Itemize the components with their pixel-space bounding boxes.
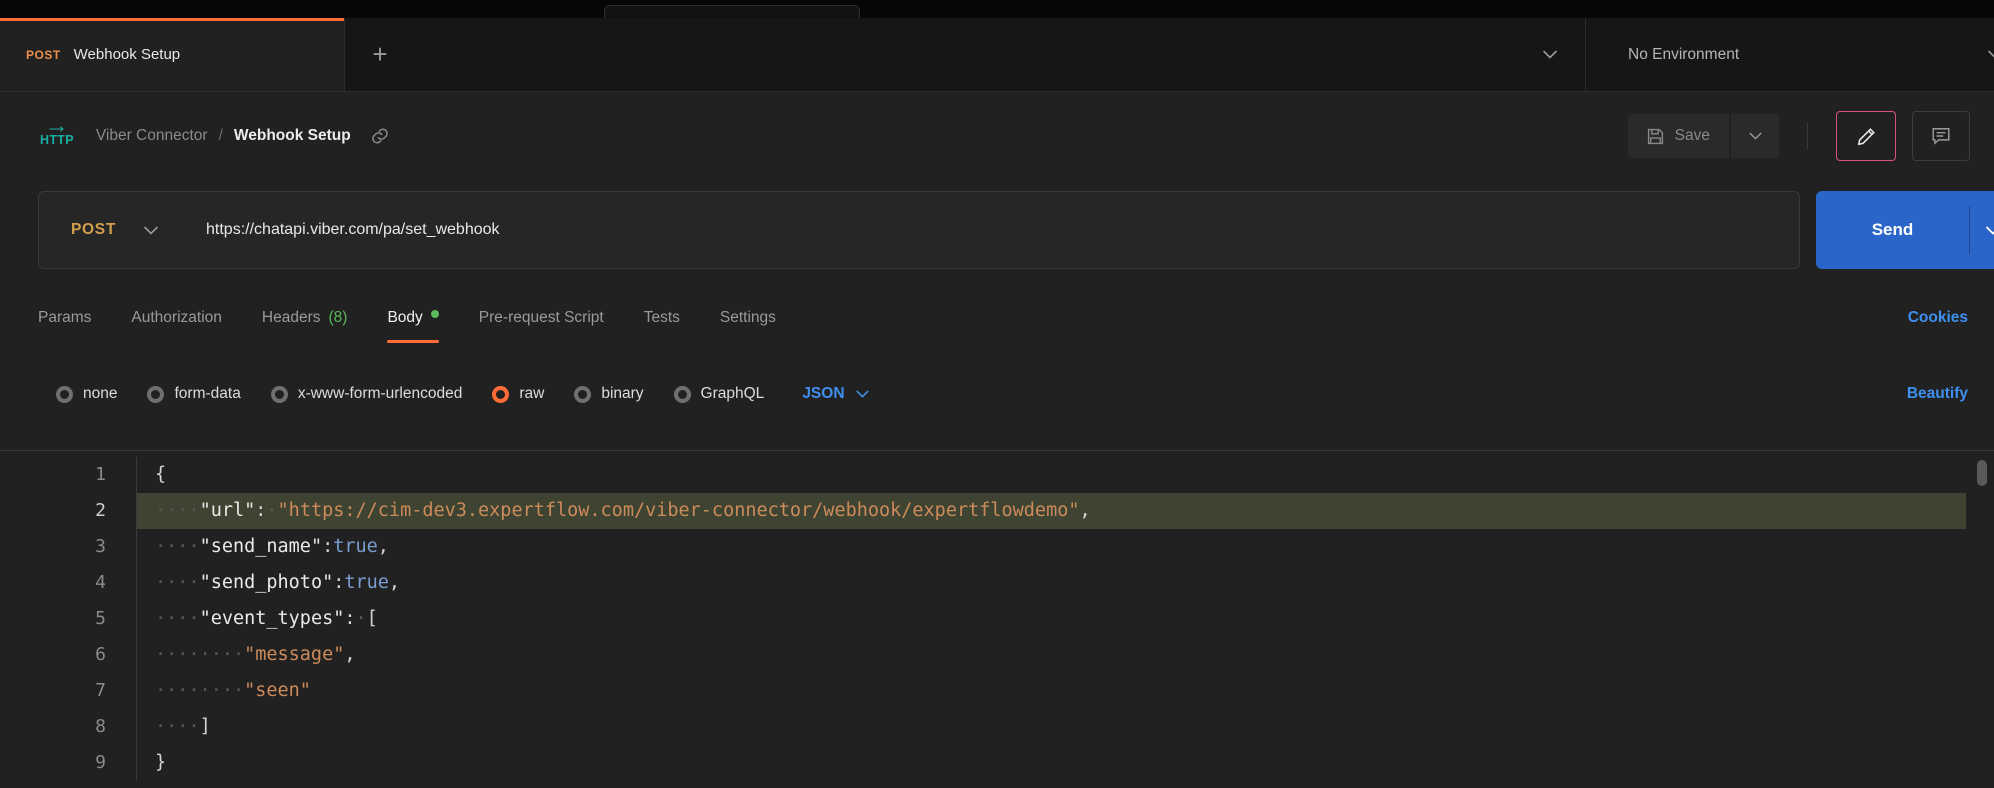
line-number: 9 <box>0 745 136 781</box>
code-line[interactable]: 6········"message", <box>0 637 1994 673</box>
method-selector[interactable]: POST <box>39 221 190 239</box>
tabbar-spacer <box>415 18 1515 91</box>
chevron-down-icon <box>856 390 869 398</box>
chevron-down-icon <box>1988 50 1994 59</box>
body-type-graphql[interactable]: GraphQL <box>674 385 765 403</box>
plus-icon: + <box>372 39 387 70</box>
line-number: 7 <box>0 673 136 709</box>
code-line-content[interactable]: ····"send_photo":true, <box>136 565 1966 601</box>
radio-selected-icon <box>492 386 509 403</box>
request-url-row: POST https://chatapi.viber.com/pa/set_we… <box>0 180 1994 280</box>
url-input[interactable]: https://chatapi.viber.com/pa/set_webhook <box>206 221 500 239</box>
breadcrumb-actions: Save <box>1628 111 1970 161</box>
code-line[interactable]: 3····"send_name":true, <box>0 529 1994 565</box>
body-type-binary[interactable]: binary <box>574 385 643 403</box>
chevron-down-icon <box>144 226 158 235</box>
code-line-content[interactable]: ····"event_types":·[ <box>136 601 1966 637</box>
radio-icon <box>147 386 164 403</box>
code-line[interactable]: 4····"send_photo":true, <box>0 565 1994 601</box>
global-search-bar-partial[interactable] <box>604 5 860 18</box>
body-modified-dot <box>431 310 439 318</box>
method-label: POST <box>71 221 116 239</box>
environment-selector[interactable]: No Environment <box>1586 18 1994 91</box>
cookies-link[interactable]: Cookies <box>1908 309 1968 327</box>
radio-icon <box>56 386 73 403</box>
breadcrumb-collection[interactable]: Viber Connector <box>96 127 208 145</box>
line-number: 5 <box>0 601 136 637</box>
code-line[interactable]: 9} <box>0 745 1994 781</box>
send-options-button[interactable] <box>1970 191 1994 269</box>
save-options-button[interactable] <box>1731 114 1779 158</box>
breadcrumb-row: HTTP Viber Connector / Webhook Setup Sav… <box>0 92 1994 180</box>
link-icon[interactable] <box>370 126 390 146</box>
tab-bar: POST Webhook Setup + No Environment <box>0 18 1994 92</box>
code-line-content[interactable]: ····] <box>136 709 1966 745</box>
body-type-x-www-form-urlencoded[interactable]: x-www-form-urlencoded <box>271 385 463 403</box>
body-type-raw[interactable]: raw <box>492 385 544 403</box>
actions-divider <box>1807 122 1808 150</box>
code-line-content[interactable]: { <box>136 457 1966 493</box>
chevron-down-icon <box>1749 132 1762 140</box>
headers-count-badge: (8) <box>328 309 347 327</box>
edit-documentation-button[interactable] <box>1836 111 1896 161</box>
tab-title: Webhook Setup <box>74 46 180 63</box>
code-line-content[interactable]: ········"seen" <box>136 673 1966 709</box>
body-type-none[interactable]: none <box>56 385 117 403</box>
beautify-link[interactable]: Beautify <box>1907 385 1968 403</box>
code-line-content[interactable]: ········"message", <box>136 637 1966 673</box>
http-protocol-icon: HTTP <box>40 126 74 147</box>
code-line[interactable]: 5····"event_types":·[ <box>0 601 1994 637</box>
code-lines: 1{2····"url":·"https://cim-dev3.expertfl… <box>0 451 1994 781</box>
comment-icon <box>1931 126 1951 146</box>
line-number: 2 <box>0 493 136 529</box>
pencil-icon <box>1857 127 1876 146</box>
code-line-content[interactable]: ····"send_name":true, <box>136 529 1966 565</box>
app-top-strip <box>0 0 1994 18</box>
comments-button[interactable] <box>1912 111 1970 161</box>
environment-label: No Environment <box>1628 46 1739 64</box>
send-label: Send <box>1816 191 1969 269</box>
tab-authorization[interactable]: Authorization <box>131 280 221 356</box>
save-icon <box>1647 128 1664 145</box>
body-type-form-data[interactable]: form-data <box>147 385 240 403</box>
tab-settings[interactable]: Settings <box>720 280 776 356</box>
new-tab-button[interactable]: + <box>345 18 415 91</box>
code-line[interactable]: 8····] <box>0 709 1994 745</box>
send-button[interactable]: Send <box>1816 191 1994 269</box>
tab-pre-request-script[interactable]: Pre-request Script <box>479 280 604 356</box>
radio-icon <box>574 386 591 403</box>
tab-method-badge: POST <box>26 48 61 62</box>
code-editor[interactable]: 1{2····"url":·"https://cim-dev3.expertfl… <box>0 450 1994 786</box>
tab-body[interactable]: Body <box>387 280 438 356</box>
code-line-content[interactable]: ····"url":·"https://cim-dev3.expertflow.… <box>136 493 1966 529</box>
code-line[interactable]: 2····"url":·"https://cim-dev3.expertflow… <box>0 493 1994 529</box>
line-number: 1 <box>0 457 136 493</box>
body-type-options: none form-data x-www-form-urlencoded raw… <box>0 356 1994 432</box>
tab-tests[interactable]: Tests <box>644 280 680 356</box>
line-number: 4 <box>0 565 136 601</box>
tab-params[interactable]: Params <box>38 280 91 356</box>
save-label: Save <box>1675 127 1710 145</box>
radio-icon <box>271 386 288 403</box>
chevron-down-icon <box>1986 226 1994 235</box>
breadcrumb-request-name: Webhook Setup <box>234 127 351 145</box>
line-number: 8 <box>0 709 136 745</box>
code-line[interactable]: 7········"seen" <box>0 673 1994 709</box>
code-line-content[interactable]: } <box>136 745 1966 781</box>
line-number: 3 <box>0 529 136 565</box>
code-line[interactable]: 1{ <box>0 457 1994 493</box>
save-button[interactable]: Save <box>1628 114 1729 158</box>
request-tab-webhook-setup[interactable]: POST Webhook Setup <box>0 18 345 91</box>
language-selector[interactable]: JSON <box>802 385 868 403</box>
editor-scrollbar[interactable] <box>1977 460 1987 486</box>
line-number: 6 <box>0 637 136 673</box>
tab-headers[interactable]: Headers (8) <box>262 280 348 356</box>
radio-icon <box>674 386 691 403</box>
chevron-down-icon <box>1543 50 1557 59</box>
tab-list-chevron-button[interactable] <box>1515 18 1585 91</box>
breadcrumb-separator: / <box>219 127 223 145</box>
url-container: POST https://chatapi.viber.com/pa/set_we… <box>38 191 1800 269</box>
request-config-tabs: Params Authorization Headers (8) Body Pr… <box>0 280 1994 356</box>
